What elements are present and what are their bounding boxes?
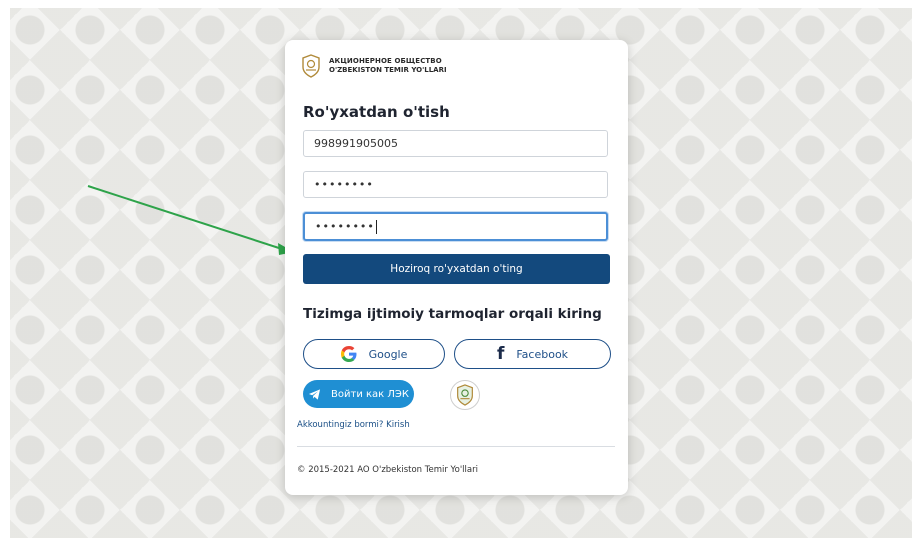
- password-confirm-input[interactable]: ••••••••: [303, 212, 608, 241]
- phone-input[interactable]: 998991905005: [303, 130, 608, 157]
- password-input[interactable]: ••••••••: [303, 171, 608, 198]
- frame-top-edge: [0, 0, 920, 8]
- railway-logo-icon: [302, 54, 320, 78]
- brand-header: АКЦИОНЕРНОЕ ОБЩЕСТВО O'ZBEKISTON TEMIR Y…: [301, 54, 447, 78]
- telegram-label: Войти как ЛЭК: [331, 388, 409, 400]
- facebook-icon: f: [496, 344, 505, 364]
- google-login-button[interactable]: Google: [303, 339, 445, 369]
- page-background: АКЦИОНЕРНОЕ ОБЩЕСТВО O'ZBEKISTON TEMIR Y…: [0, 0, 920, 546]
- company-emblem-button[interactable]: [450, 380, 480, 410]
- facebook-label: Facebook: [516, 347, 569, 361]
- footer-divider: [297, 446, 615, 447]
- brand-line-1: АКЦИОНЕРНОЕ ОБЩЕСТВО: [329, 57, 442, 65]
- password-input-value: ••••••••: [314, 178, 374, 191]
- social-login-title: Tizimga ijtimoiy tarmoqlar orqali kiring: [303, 306, 602, 322]
- frame-bottom-edge: [0, 538, 920, 546]
- text-caret: [375, 219, 377, 234]
- page-title: Ro'yxatdan o'tish: [303, 103, 450, 121]
- brand-name: АКЦИОНЕРНОЕ ОБЩЕСТВО O'ZBEKISTON TEMIR Y…: [329, 57, 447, 75]
- facebook-login-button[interactable]: f Facebook: [454, 339, 611, 369]
- telegram-icon: [308, 388, 321, 400]
- password-confirm-input-value: ••••••••: [315, 220, 375, 233]
- login-link[interactable]: Akkountingiz bormi? Kirish: [297, 420, 410, 430]
- telegram-login-button[interactable]: Войти как ЛЭК: [303, 380, 414, 408]
- brand-line-2: O'ZBEKISTON TEMIR YO'LLARI: [329, 66, 447, 74]
- google-label: Google: [368, 347, 408, 361]
- google-icon: [340, 346, 357, 362]
- copyright-text: © 2015-2021 AO O'zbekiston Temir Yo'llar…: [297, 465, 478, 475]
- phone-input-value: 998991905005: [314, 137, 398, 150]
- register-button[interactable]: Hoziroq ro'yxatdan o'ting: [303, 254, 610, 284]
- registration-card: АКЦИОНЕРНОЕ ОБЩЕСТВО O'ZBEKISTON TEMIR Y…: [285, 40, 628, 495]
- frame-right-edge: [912, 0, 920, 546]
- frame-left-edge: [0, 0, 10, 546]
- emblem-icon: [457, 384, 473, 406]
